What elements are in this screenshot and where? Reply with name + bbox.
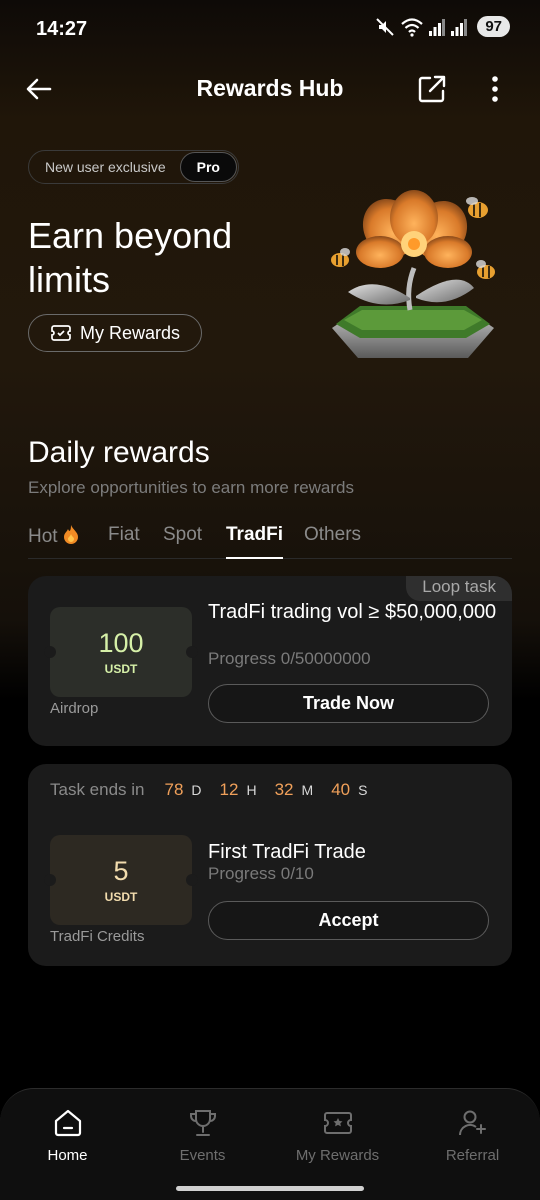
trade-now-button[interactable]: Trade Now bbox=[208, 684, 489, 723]
more-vertical-icon bbox=[492, 76, 498, 102]
app-bar: Rewards Hub bbox=[0, 60, 540, 118]
pro-segment[interactable]: Pro bbox=[179, 152, 237, 182]
nav-events[interactable]: Events bbox=[135, 1107, 270, 1164]
my-rewards-label: My Rewards bbox=[79, 322, 181, 343]
share-button[interactable] bbox=[415, 72, 449, 106]
status-bar: 14:27 97 bbox=[0, 0, 540, 60]
countdown-label: Task ends in bbox=[50, 780, 145, 799]
nav-referral-label: Referral bbox=[445, 1147, 500, 1164]
bottom-navigation: Home Events My Rewards Referral bbox=[0, 1088, 540, 1200]
referral-icon bbox=[458, 1110, 486, 1136]
ticket-icon bbox=[323, 1112, 352, 1134]
countdown-seconds-unit: S bbox=[358, 782, 368, 798]
user-type-toggle[interactable]: New user exclusive Pro bbox=[28, 150, 239, 184]
countdown-hours-unit: H bbox=[246, 782, 257, 798]
countdown-days-unit: D bbox=[191, 782, 202, 798]
share-icon bbox=[418, 75, 446, 103]
tab-tradfi[interactable]: TradFi bbox=[226, 524, 284, 559]
daily-rewards-subtitle: Explore opportunities to earn more rewar… bbox=[28, 478, 354, 497]
nav-referral[interactable]: Referral bbox=[405, 1107, 540, 1164]
new-user-segment[interactable]: New user exclusive bbox=[45, 159, 166, 175]
task-progress: Progress 0/10 bbox=[208, 864, 314, 883]
countdown-seconds: 40 bbox=[331, 780, 351, 799]
hero-title: Earn beyond limits bbox=[28, 215, 233, 300]
home-icon bbox=[54, 1109, 81, 1137]
trophy-icon bbox=[189, 1110, 216, 1136]
status-icons: 97 bbox=[375, 16, 510, 37]
reward-type-label: TradFi Credits bbox=[50, 928, 145, 945]
wifi-icon bbox=[401, 17, 424, 37]
tab-spot[interactable]: Spot bbox=[163, 524, 202, 558]
task-title: First TradFi Trade bbox=[208, 841, 366, 863]
reward-amount: 5 bbox=[113, 856, 129, 886]
more-options-button[interactable] bbox=[480, 72, 510, 106]
flower-illustration bbox=[331, 190, 495, 358]
task-card: Task ends in 78 D 12 H 32 M 40 S 5 USDT … bbox=[28, 764, 512, 966]
nav-home-label: Home bbox=[47, 1147, 88, 1164]
home-indicator bbox=[176, 1186, 364, 1191]
reward-tabs: Hot Fiat Spot TradFi Others bbox=[28, 524, 512, 559]
battery-indicator: 97 bbox=[477, 16, 510, 37]
signal-icon-2 bbox=[451, 18, 468, 36]
task-card: Loop task 100 USDT Airdrop TradFi tradin… bbox=[28, 576, 512, 746]
reward-unit: USDT bbox=[104, 890, 138, 904]
nav-my-rewards-label: My Rewards bbox=[295, 1147, 380, 1164]
ticket-icon bbox=[51, 325, 71, 341]
signal-icon bbox=[429, 18, 446, 36]
countdown-minutes-unit: M bbox=[301, 782, 314, 798]
countdown-hours: 12 bbox=[219, 780, 239, 799]
reward-amount: 100 bbox=[98, 628, 144, 658]
countdown-days: 78 bbox=[164, 780, 184, 799]
task-progress: Progress 0/50000000 bbox=[208, 649, 371, 668]
fire-icon bbox=[63, 525, 78, 544]
nav-my-rewards[interactable]: My Rewards bbox=[270, 1107, 405, 1164]
countdown-minutes: 32 bbox=[274, 780, 294, 799]
reward-ticket: 5 USDT bbox=[44, 835, 198, 925]
reward-ticket: 100 USDT bbox=[44, 607, 198, 697]
tab-fiat[interactable]: Fiat bbox=[108, 524, 140, 558]
mute-icon bbox=[376, 17, 395, 36]
my-rewards-button[interactable]: My Rewards bbox=[28, 314, 202, 352]
tab-hot-label: Hot bbox=[28, 526, 58, 547]
loop-task-badge: Loop task bbox=[406, 576, 512, 601]
status-time: 14:27 bbox=[36, 18, 88, 40]
task-title: TradFi trading vol ≥ $50,000,000 bbox=[208, 601, 497, 623]
nav-home[interactable]: Home bbox=[0, 1107, 135, 1164]
tab-hot[interactable]: Hot bbox=[28, 524, 79, 558]
nav-events-label: Events bbox=[179, 1147, 226, 1164]
task-countdown: Task ends in 78 D 12 H 32 M 40 S bbox=[50, 780, 367, 800]
tab-others[interactable]: Others bbox=[304, 524, 361, 558]
reward-type-label: Airdrop bbox=[50, 700, 99, 717]
page-title: Rewards Hub bbox=[196, 75, 344, 101]
reward-unit: USDT bbox=[104, 662, 138, 676]
accept-button[interactable]: Accept bbox=[208, 901, 489, 940]
daily-rewards-title: Daily rewards bbox=[28, 436, 210, 469]
